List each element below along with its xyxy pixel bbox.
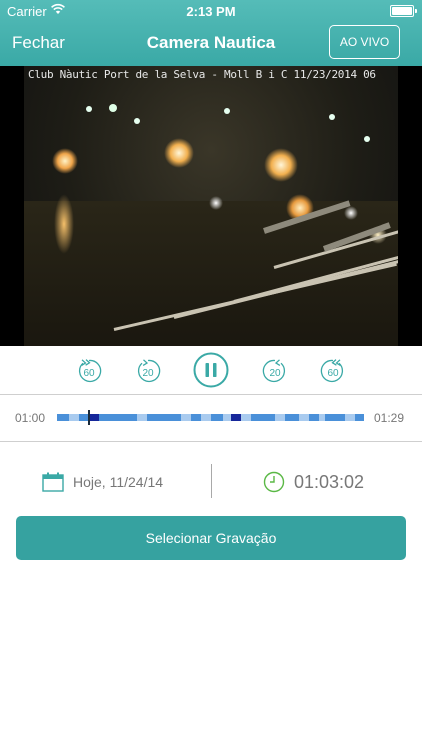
recording-timeline[interactable] [57,410,364,425]
harbor-light [164,138,194,168]
harbor-light [109,104,117,112]
header: Carrier 2:13 PM Fechar Camera Nautica AO… [0,0,422,66]
timeline-segment [137,414,147,421]
video-caption: Club Nàutic Port de la Selva - Moll B i … [28,68,376,81]
timeline-segment [181,414,191,421]
time-value[interactable]: 01:03:02 [294,472,364,493]
live-button[interactable]: AO VIVO [329,25,400,59]
timeline-segment [147,414,181,421]
timeline-segment [191,414,201,421]
date-label[interactable]: Hoje, 11/24/14 [73,474,163,490]
timeline-segment [223,414,231,421]
timeline-segment [99,414,137,421]
timeline-segment [309,414,319,421]
timeline-segment [285,414,299,421]
harbor-light [86,106,92,112]
close-button[interactable]: Fechar [12,33,65,53]
timeline-segment [201,414,211,421]
select-recording-button[interactable]: Selecionar Gravação [16,516,406,560]
forward-20-label: 20 [269,368,281,379]
harbor-light [224,108,230,114]
rewind-60-button[interactable]: 60 [76,358,102,384]
timeline-segment [69,414,79,421]
rewind-60-label: 60 [83,368,95,379]
timeline-segment [251,414,275,421]
timeline-segment [231,414,241,421]
harbor-light [329,114,335,120]
timeline-segment [345,414,355,421]
playback-controls: 60 20 20 60 [0,346,422,394]
playhead[interactable] [88,410,90,425]
harbor-light [134,118,140,124]
video-player[interactable]: Club Nàutic Port de la Selva - Moll B i … [0,66,422,346]
forward-20-button[interactable]: 20 [262,358,288,384]
harbor-light [52,148,78,174]
status-bar: Carrier 2:13 PM [0,0,422,22]
pause-button[interactable] [193,352,229,388]
divider [0,394,422,395]
divider [211,464,212,498]
timeline-segment [355,414,364,421]
harbor-light [264,148,298,182]
camera-frame: Club Nàutic Port de la Selva - Moll B i … [24,66,398,346]
harbor-light [209,196,223,210]
status-time: 2:13 PM [186,4,236,19]
timeline-segment [57,414,69,421]
rewind-20-label: 20 [142,368,154,379]
calendar-icon[interactable] [42,472,64,497]
timeline-start-time: 01:00 [15,411,46,425]
timeline-segment [325,414,345,421]
timeline-segment [275,414,285,421]
clock-icon[interactable] [263,471,285,498]
rewind-20-button[interactable]: 20 [135,358,161,384]
battery-icon [390,5,417,17]
harbor-light [54,194,74,254]
harbor-light [364,136,370,142]
timeline-segment [211,414,223,421]
harbor-light [344,206,358,220]
timeline-segment [89,414,99,421]
pause-icon [193,352,229,388]
forward-60-label: 60 [327,368,339,379]
timeline-end-time: 01:29 [374,411,405,425]
timeline-segment [299,414,309,421]
divider [0,441,422,442]
forward-60-button[interactable]: 60 [320,358,346,384]
timeline-segment [241,414,251,421]
